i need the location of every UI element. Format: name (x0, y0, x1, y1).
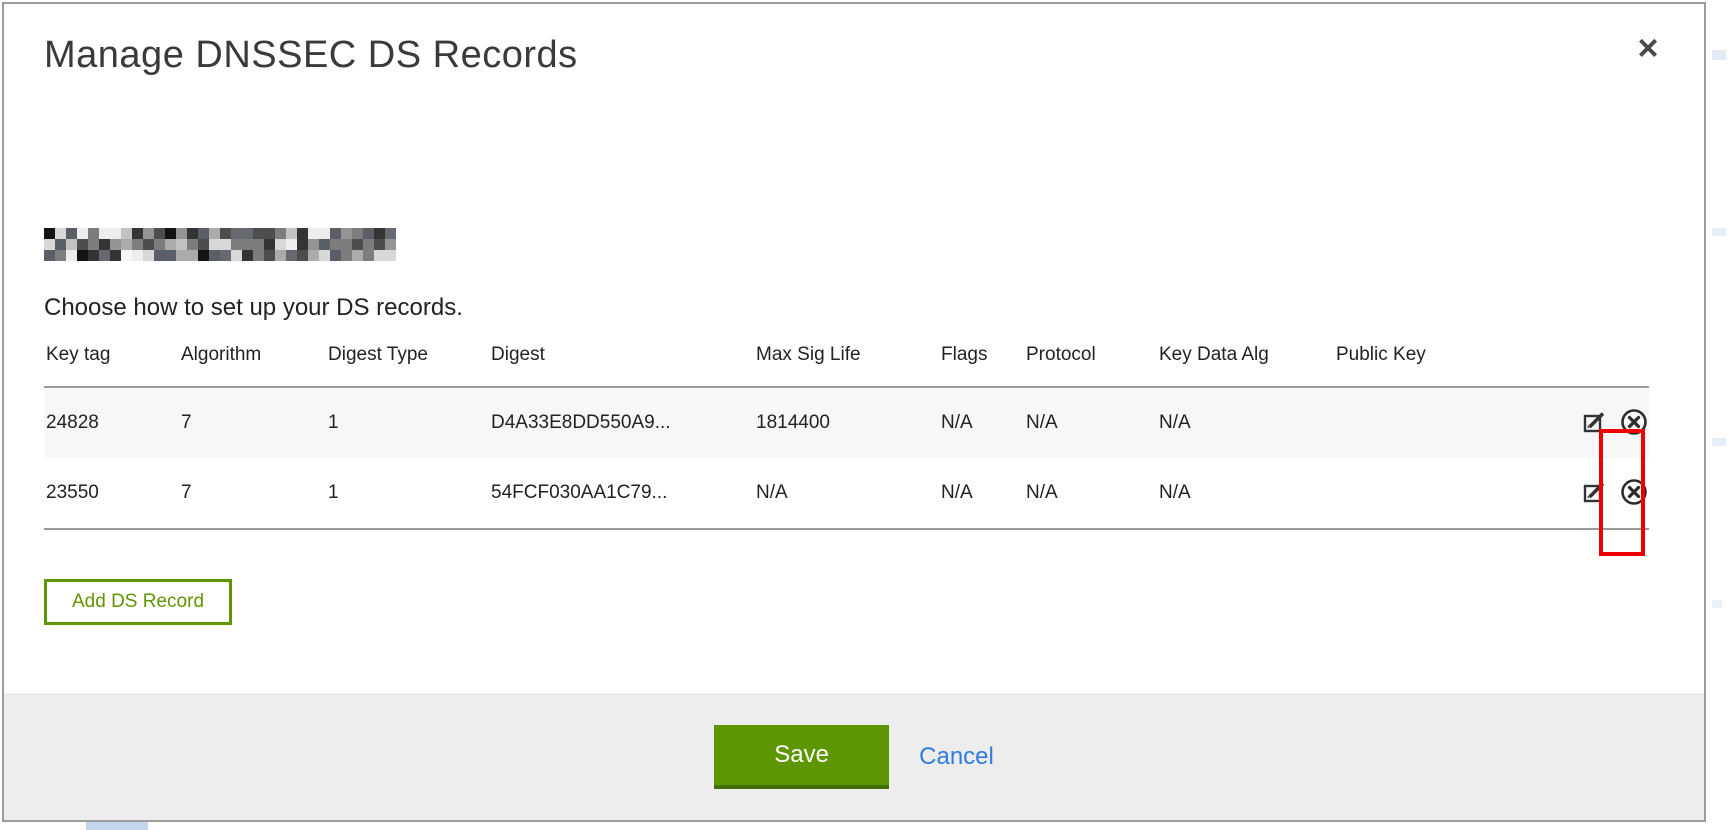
column-header-actions (1574, 338, 1649, 387)
cell-public-key (1334, 387, 1574, 458)
column-header-max-sig-life: Max Sig Life (754, 338, 939, 387)
cell-digest-type: 1 (326, 458, 489, 529)
save-button[interactable]: Save (714, 725, 889, 789)
background-page-fragment (1712, 228, 1726, 236)
cell-algorithm: 7 (179, 387, 326, 458)
cell-protocol: N/A (1024, 387, 1157, 458)
column-header-flags: Flags (939, 338, 1024, 387)
cell-flags: N/A (939, 458, 1024, 529)
background-page-fragment (1712, 50, 1726, 60)
cell-key-data-alg: N/A (1157, 458, 1334, 529)
cell-protocol: N/A (1024, 458, 1157, 529)
column-header-digest: Digest (489, 338, 754, 387)
cell-key-tag: 24828 (44, 387, 179, 458)
table-row: 23550 7 1 54FCF030AA1C79... N/A N/A N/A … (44, 458, 1649, 529)
cell-digest: 54FCF030AA1C79... (489, 458, 754, 529)
cell-max-sig-life: N/A (754, 458, 939, 529)
cancel-link[interactable]: Cancel (919, 743, 994, 771)
table-row: 24828 7 1 D4A33E8DD550A9... 1814400 N/A … (44, 387, 1649, 458)
edit-record-icon[interactable] (1582, 409, 1608, 438)
background-page-fragment (1712, 600, 1722, 608)
delete-record-icon[interactable] (1619, 407, 1649, 440)
ds-records-table: Key tag Algorithm Digest Type Digest Max… (44, 338, 1649, 530)
cell-key-data-alg: N/A (1157, 387, 1334, 458)
close-icon[interactable]: × (1626, 26, 1670, 70)
cell-public-key (1334, 458, 1574, 529)
cell-key-tag: 23550 (44, 458, 179, 529)
cell-digest: D4A33E8DD550A9... (489, 387, 754, 458)
ds-records-table-container: Key tag Algorithm Digest Type Digest Max… (44, 338, 1649, 530)
background-page-fragment (1712, 438, 1726, 446)
column-header-algorithm: Algorithm (179, 338, 326, 387)
edit-record-icon[interactable] (1582, 479, 1608, 508)
column-header-key-tag: Key tag (44, 338, 179, 387)
column-header-protocol: Protocol (1024, 338, 1157, 387)
dialog-footer: Save Cancel (4, 693, 1704, 820)
cell-flags: N/A (939, 387, 1024, 458)
background-page-fragment (86, 822, 148, 830)
column-header-public-key: Public Key (1334, 338, 1574, 387)
column-header-digest-type: Digest Type (326, 338, 489, 387)
table-header-row: Key tag Algorithm Digest Type Digest Max… (44, 338, 1649, 387)
column-header-key-data-alg: Key Data Alg (1157, 338, 1334, 387)
manage-dnssec-ds-records-dialog: Manage DNSSEC DS Records × Choose how to… (2, 2, 1706, 822)
dialog-title: Manage DNSSEC DS Records (44, 34, 578, 77)
domain-name-redacted (44, 228, 396, 261)
cell-digest-type: 1 (326, 387, 489, 458)
setup-instruction-text: Choose how to set up your DS records. (44, 294, 463, 322)
cell-algorithm: 7 (179, 458, 326, 529)
add-ds-record-button[interactable]: Add DS Record (44, 579, 232, 625)
delete-record-icon[interactable] (1619, 477, 1649, 510)
cell-max-sig-life: 1814400 (754, 387, 939, 458)
